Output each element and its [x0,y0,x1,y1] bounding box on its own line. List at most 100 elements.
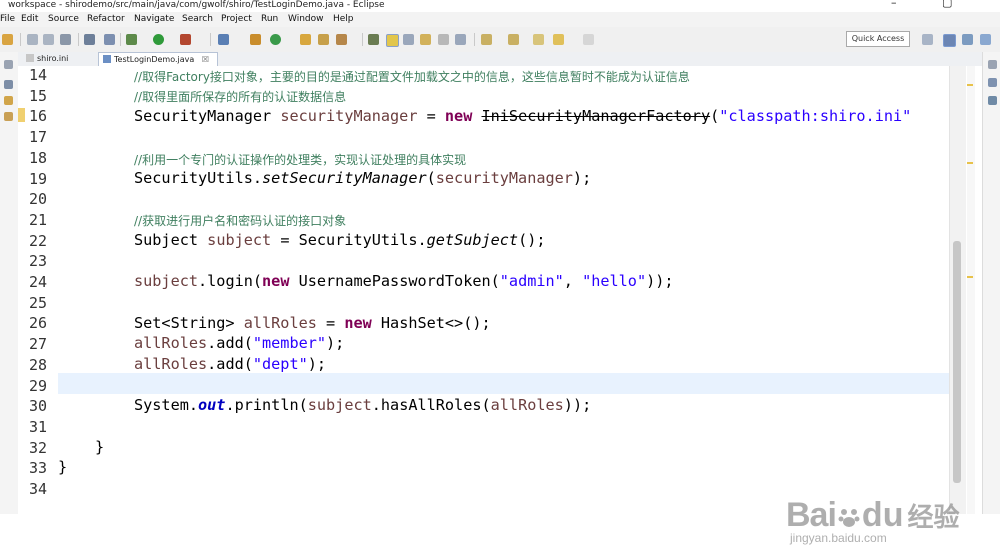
forward-icon[interactable] [583,34,594,45]
warning-marker[interactable] [967,84,973,86]
paren: ); [307,355,327,373]
warning-marker-icon[interactable] [18,108,25,122]
local-variable: allRoles [490,396,564,414]
restore-icon[interactable] [4,60,13,69]
menu-run[interactable]: Run [261,12,278,27]
paren: ); [572,169,592,187]
menu-source[interactable]: Source [48,12,79,27]
junit-icon[interactable] [4,112,13,121]
type-name: SecurityManager [134,107,272,125]
method-call: .add( [207,355,253,373]
operator: = [417,107,445,125]
format-icon[interactable] [438,34,449,45]
type-name: Set<String> [134,314,244,332]
class-name: UsernamePasswordToken( [289,272,500,290]
comment: //取得Factory接口对象，主要的目的是通过配置文件加载文之中的信息，这些信… [134,70,690,84]
line-number: 14 [28,66,47,84]
maximize-button[interactable]: ▢ [942,0,952,9]
menu-search[interactable]: Search [182,12,213,27]
next-annotation-icon[interactable] [481,34,492,45]
new-class-icon[interactable] [270,34,281,45]
code-editor[interactable]: 14 15 16 17 18 19 20 21 22 23 24 25 26 2… [18,66,982,545]
open-perspective-icon[interactable] [922,34,933,45]
line-number: 17 [28,128,47,147]
static-field: out [198,396,226,414]
open-task-icon[interactable] [318,34,329,45]
external-tools-icon[interactable] [180,34,191,45]
open-type-icon[interactable] [300,34,311,45]
expression: = SecurityUtils. [271,231,427,249]
show-whitespace-icon[interactable] [403,34,414,45]
last-edit-location-icon[interactable] [533,34,544,45]
local-variable: subject [207,231,272,249]
type-name: Subject [134,231,199,249]
task-list-icon[interactable] [988,96,997,105]
java-ee-perspective-icon[interactable] [943,34,956,47]
new-java-project-icon[interactable] [218,34,229,45]
menu-window[interactable]: Window [288,12,324,27]
toggle-block-selection-icon[interactable] [386,34,399,47]
overview-ruler[interactable] [967,66,975,514]
comment: //获取进行用户名和密码认证的接口对象 [134,214,347,228]
new-package-icon[interactable] [250,34,261,45]
toolbar-separator [474,33,475,46]
skip-breakpoints-icon[interactable] [104,34,115,45]
menu-navigate[interactable]: Navigate [134,12,174,27]
debug-icon[interactable] [126,34,137,45]
string-literal: "classpath:shiro.ini" [719,107,912,125]
java-file-icon [103,55,111,63]
package-explorer-icon[interactable] [4,80,13,89]
tab-label: shiro.ini [37,54,69,63]
back-icon[interactable] [553,34,564,45]
close-tab-icon[interactable]: ☒ [202,55,209,64]
save-all-icon[interactable] [43,34,54,45]
save-icon[interactable] [27,34,38,45]
project-explorer-icon[interactable] [4,96,13,105]
annotation-icon[interactable] [420,34,431,45]
paw-icon [838,506,860,528]
line-number: 20 [28,190,47,209]
run-icon[interactable] [153,34,164,45]
string-literal: "dept" [252,355,308,373]
debug-perspective-icon[interactable] [980,34,991,45]
closing-brace: } [58,458,68,476]
tab-testlogindemo-java[interactable]: TestLoginDemo.java ☒ [98,52,218,67]
line-number: 30 [28,397,47,416]
outline-icon[interactable] [988,78,997,87]
code-line-16: SecurityManager securityManager = new In… [134,107,911,125]
line-number: 21 [28,210,47,229]
java-perspective-icon[interactable] [962,34,973,45]
new-icon[interactable] [2,34,13,45]
restore-icon[interactable] [988,60,997,69]
paren: )); [563,396,592,414]
quick-access-input[interactable]: Quick Access [846,31,910,47]
search-icon[interactable] [336,34,347,45]
warning-marker[interactable] [967,276,973,278]
method-call: .login( [198,272,263,290]
toggle-mark-occurrences-icon[interactable] [368,34,379,45]
print-icon[interactable] [60,34,71,45]
toolbar-separator [210,33,211,46]
code-line-33: } [58,458,67,476]
previous-annotation-icon[interactable] [508,34,519,45]
pin-icon[interactable] [455,34,466,45]
paren: ( [710,107,720,125]
menu-help[interactable]: Help [333,12,354,27]
toolbar-separator [362,33,363,46]
code-line-24: subject.login(new UsernamePasswordToken(… [134,272,674,290]
local-variable: securityManager [280,107,418,125]
deprecated-class: IniSecurityManagerFactory [481,107,711,125]
menu-bar: File Edit Source Refactor Navigate Searc… [0,12,1000,27]
menu-edit[interactable]: Edit [21,12,38,27]
comment: //利用一个专门的认证操作的处理类，实现认证处理的具体实现 [134,153,467,167]
menu-refactor[interactable]: Refactor [87,12,125,27]
paren: )); [646,272,674,290]
menu-project[interactable]: Project [221,12,252,27]
warning-marker[interactable] [967,162,973,164]
menu-file[interactable]: File [0,12,15,27]
scrollbar-thumb[interactable] [953,241,961,483]
console-icon[interactable] [84,34,95,45]
minimize-button[interactable]: – [891,0,897,9]
local-variable: securityManager [435,169,573,187]
tab-shiro-ini[interactable]: shiro.ini [22,52,97,66]
